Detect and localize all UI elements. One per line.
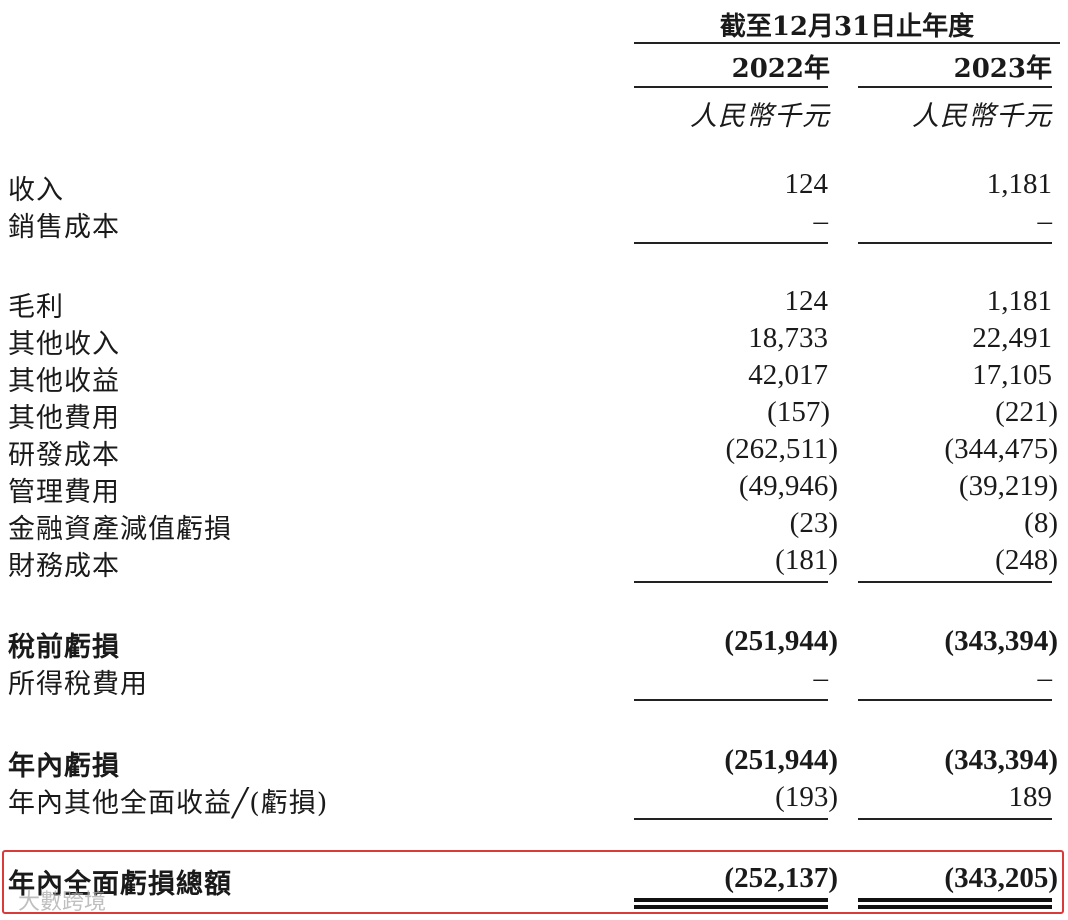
row-value-other-gains-2022: 42,017 — [748, 359, 828, 391]
double-underline-bottom — [634, 905, 828, 909]
row-value-income-tax-2022: – — [813, 662, 829, 694]
subtotal-rule — [634, 242, 828, 244]
row-value-finance-costs-2023: (248) — [995, 544, 1058, 576]
double-underline-top — [634, 898, 828, 902]
row-value-loss-for-year-2023: (343,394) — [944, 744, 1058, 776]
row-value-admin-expenses-2023: (39,219) — [958, 470, 1058, 502]
col-2023-unit: 人民幣千元 — [912, 101, 1052, 132]
subtotal-rule — [858, 699, 1052, 701]
watermark: 大數跨境 — [18, 890, 107, 915]
row-label-loss-for-year: 年內虧損 — [8, 751, 120, 782]
row-value-impairment-losses-2022: (23) — [789, 507, 838, 539]
row-value-loss-before-tax-2022: (251,944) — [724, 625, 838, 657]
row-label-loss-before-tax: 稅前虧損 — [8, 632, 120, 663]
row-value-cost-of-sales-2022: – — [813, 205, 829, 237]
row-label-other-income: 其他收入 — [8, 329, 120, 360]
row-value-gross-profit-2023: 1,181 — [986, 285, 1052, 317]
row-value-revenue-2022: 124 — [784, 168, 829, 200]
row-value-other-expenses-2022: (157) — [767, 396, 830, 428]
row-label-revenue: 收入 — [8, 175, 64, 206]
row-label-cost-of-sales: 銷售成本 — [8, 212, 120, 243]
row-value-other-gains-2023: 17,105 — [972, 359, 1052, 391]
row-value-other-income-2023: 22,491 — [972, 322, 1052, 354]
period-header: 截至12月31日止年度 — [719, 12, 975, 42]
row-label-other-comprehensive: 年內其他全面收益╱(虧損) — [8, 788, 329, 819]
row-value-rd-costs-2023: (344,475) — [944, 433, 1058, 465]
period-header-rule — [634, 42, 1060, 44]
col-2022-unit: 人民幣千元 — [690, 101, 830, 132]
subtotal-rule — [634, 699, 828, 701]
row-value-total-comprehensive-loss-2023: (343,205) — [944, 862, 1058, 894]
col-2022-year-rule — [634, 86, 828, 88]
subtotal-rule — [858, 818, 1052, 820]
row-value-other-income-2022: 18,733 — [748, 322, 828, 354]
row-label-income-tax: 所得稅費用 — [8, 669, 148, 700]
row-value-revenue-2023: 1,181 — [986, 168, 1052, 200]
col-2023-year-rule — [858, 86, 1052, 88]
row-label-rd-costs: 研發成本 — [8, 440, 120, 471]
double-underline-bottom — [858, 905, 1052, 909]
row-value-loss-for-year-2022: (251,944) — [724, 744, 838, 776]
row-value-rd-costs-2022: (262,511) — [725, 433, 839, 465]
col-2023-year: 2023年 — [953, 54, 1052, 84]
row-value-total-comprehensive-loss-2022: (252,137) — [724, 862, 838, 894]
subtotal-rule — [858, 581, 1052, 583]
row-value-income-tax-2023: – — [1037, 662, 1053, 694]
row-value-other-comprehensive-2023: 189 — [1008, 781, 1053, 813]
row-value-admin-expenses-2022: (49,946) — [738, 470, 838, 502]
col-2022-year: 2022年 — [731, 54, 830, 84]
row-value-gross-profit-2022: 124 — [784, 285, 829, 317]
row-label-admin-expenses: 管理費用 — [8, 477, 120, 508]
subtotal-rule — [634, 818, 828, 820]
subtotal-rule — [634, 581, 828, 583]
subtotal-rule — [858, 242, 1052, 244]
row-value-cost-of-sales-2023: – — [1037, 205, 1053, 237]
row-label-other-expenses: 其他費用 — [8, 403, 120, 434]
row-value-impairment-losses-2023: (8) — [1024, 507, 1058, 539]
row-value-other-comprehensive-2022: (193) — [775, 781, 838, 813]
double-underline-top — [858, 898, 1052, 902]
row-value-finance-costs-2022: (181) — [775, 544, 838, 576]
row-value-other-expenses-2023: (221) — [995, 396, 1058, 428]
row-label-other-gains: 其他收益 — [8, 366, 120, 397]
row-label-finance-costs: 財務成本 — [8, 551, 120, 582]
row-value-loss-before-tax-2023: (343,394) — [944, 625, 1058, 657]
row-label-impairment-losses: 金融資產減值虧損 — [8, 514, 232, 545]
row-label-gross-profit: 毛利 — [8, 292, 64, 323]
